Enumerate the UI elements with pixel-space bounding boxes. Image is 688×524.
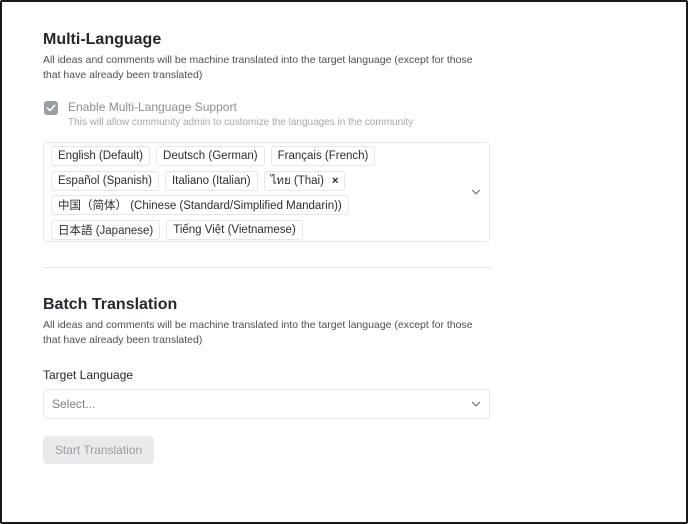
target-language-placeholder: Select... — [52, 397, 96, 411]
language-chip-japanese[interactable]: 日本語 (Japanese) — [51, 219, 161, 240]
batch-translation-description: All ideas and comments will be machine t… — [43, 319, 473, 346]
chip-row: 日本語 (Japanese) Tiếng Việt (Vietnamese) — [51, 219, 449, 240]
chip-row: 中国（简体） (Chinese (Standard/Simplified Man… — [51, 195, 449, 215]
chip-row: Español (Spanish) Italiano (Italian) ไทย… — [51, 170, 449, 191]
language-chip-english[interactable]: English (Default) — [51, 146, 151, 166]
target-language-select[interactable]: Select... — [43, 389, 490, 419]
chip-row: English (Default) Deutsch (German) Franç… — [51, 146, 449, 166]
settings-content: Multi-Language All ideas and comments wi… — [43, 30, 492, 464]
chevron-down-icon[interactable] — [471, 399, 481, 409]
language-chip-french[interactable]: Français (French) — [270, 146, 376, 166]
language-chip-chinese[interactable]: 中国（简体） (Chinese (Standard/Simplified Man… — [51, 195, 349, 215]
language-chip-label: ไทย (Thai) — [270, 174, 324, 187]
section-divider — [43, 267, 492, 268]
languages-multiselect[interactable]: English (Default) Deutsch (German) Franç… — [43, 142, 490, 242]
start-translation-button[interactable]: Start Translation — [43, 436, 154, 464]
settings-panel: Multi-Language All ideas and comments wi… — [0, 0, 688, 524]
enable-multi-language-checkbox[interactable] — [44, 101, 58, 115]
language-chip-italian[interactable]: Italiano (Italian) — [164, 170, 258, 191]
batch-translation-title: Batch Translation — [43, 296, 178, 313]
language-chip-vietnamese[interactable]: Tiếng Việt (Vietnamese) — [166, 219, 303, 240]
language-chip-german[interactable]: Deutsch (German) — [156, 146, 265, 166]
multi-language-title: Multi-Language — [43, 31, 162, 48]
target-language-label: Target Language — [43, 368, 134, 382]
multi-language-section: Multi-Language All ideas and comments wi… — [43, 30, 492, 242]
language-chip-thai[interactable]: ไทย (Thai) × — [263, 170, 346, 191]
checkmark-icon — [46, 104, 56, 112]
enable-multi-language-row[interactable]: Enable Multi-Language Support This will … — [43, 100, 492, 130]
chevron-down-icon[interactable] — [471, 187, 481, 197]
multi-language-description: All ideas and comments will be machine t… — [43, 54, 473, 81]
batch-translation-section: Batch Translation All ideas and comments… — [43, 295, 492, 464]
enable-multi-language-label: Enable Multi-Language Support — [68, 100, 237, 114]
language-chip-spanish[interactable]: Español (Spanish) — [51, 170, 159, 191]
enable-multi-language-sublabel: This will allow community admin to custo… — [68, 117, 414, 128]
close-icon[interactable]: × — [332, 175, 338, 187]
